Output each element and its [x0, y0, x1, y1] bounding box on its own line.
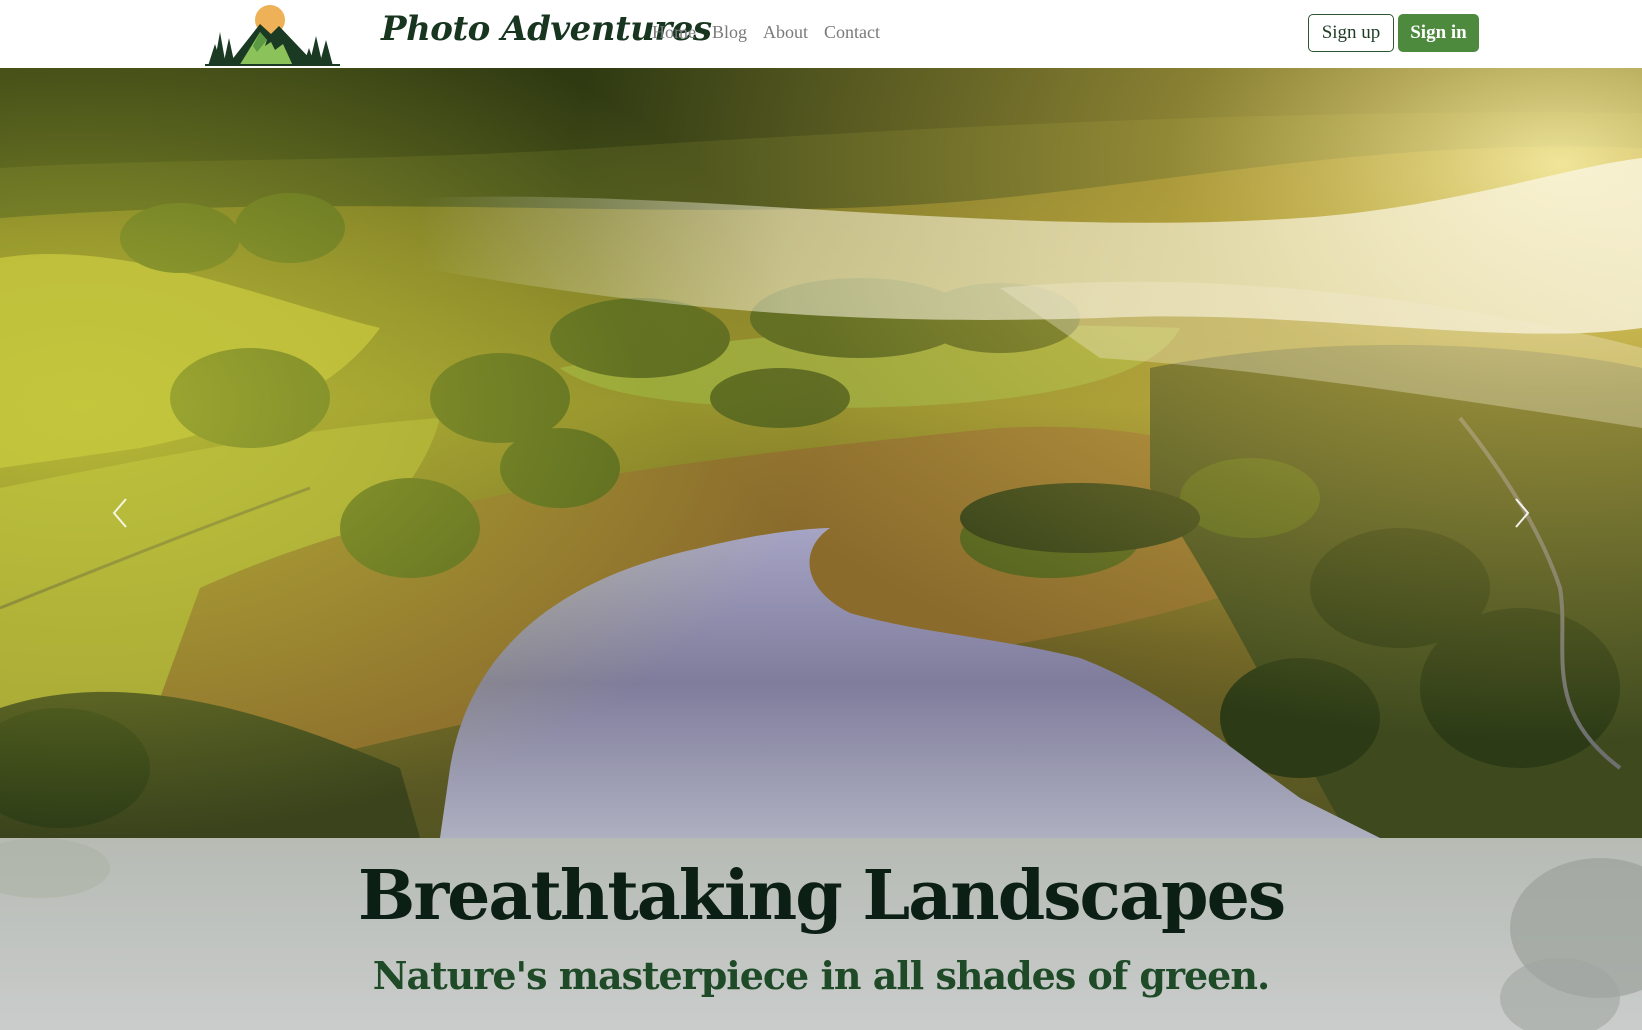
- nav-link-blog[interactable]: Blog: [712, 22, 747, 44]
- hero-carousel: Breathtaking Landscapes Nature's masterp…: [0, 68, 1642, 1030]
- carousel-next-button[interactable]: [1502, 483, 1542, 543]
- nav-link-about[interactable]: About: [763, 22, 808, 44]
- nav-link-contact[interactable]: Contact: [824, 22, 880, 44]
- sign-in-button[interactable]: Sign in: [1398, 14, 1479, 52]
- mountain-logo-icon[interactable]: [205, 4, 340, 66]
- hero-subtitle: Nature's masterpiece in all shades of gr…: [372, 953, 1270, 998]
- sign-up-button[interactable]: Sign up: [1308, 14, 1394, 52]
- hero-title: Breathtaking Landscapes: [357, 856, 1286, 936]
- nav-link-home[interactable]: Home: [652, 22, 696, 44]
- main-nav: Home Blog About Contact: [652, 22, 896, 44]
- navbar: Photo Adventures Home Blog About Contact…: [0, 0, 1642, 68]
- chevron-left-icon: [112, 498, 127, 528]
- carousel-prev-button[interactable]: [100, 483, 140, 543]
- chevron-right-icon: [1515, 498, 1530, 528]
